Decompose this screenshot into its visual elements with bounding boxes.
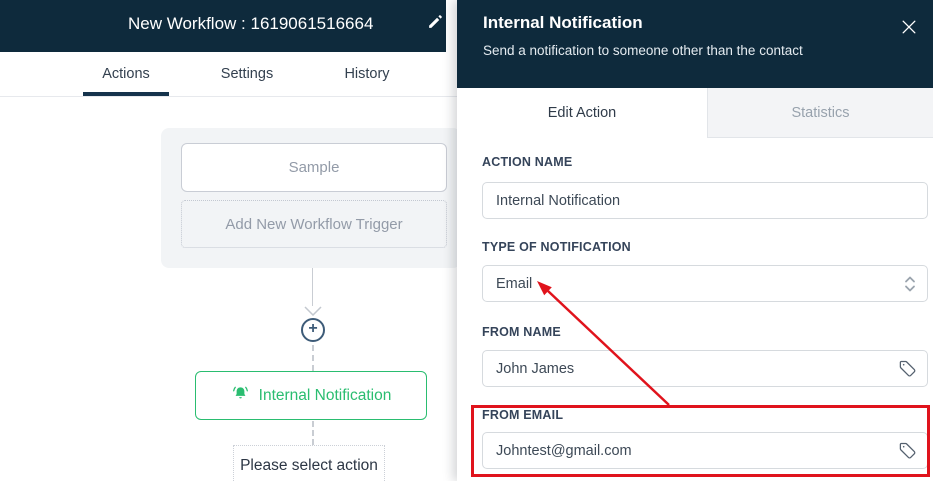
- tab-settings[interactable]: Settings: [204, 52, 290, 96]
- tab-actions[interactable]: Actions: [83, 52, 169, 96]
- close-icon: [899, 24, 919, 41]
- select-action-placeholder[interactable]: Please select action: [233, 445, 385, 481]
- workflow-title: New Workflow : 1619061516664: [128, 14, 373, 34]
- tab-history[interactable]: History: [327, 52, 407, 96]
- from-name-label: FROM NAME: [482, 325, 561, 339]
- notification-type-select[interactable]: Email: [482, 265, 928, 302]
- panel-subtitle: Send a notification to someone other tha…: [483, 43, 933, 58]
- plus-icon: +: [308, 320, 317, 337]
- connector-dashed-line: [312, 421, 314, 445]
- panel-header: Internal Notification Send a notificatio…: [457, 0, 933, 88]
- from-name-input[interactable]: [482, 350, 928, 387]
- panel-tabs: Edit Action Statistics: [457, 88, 933, 138]
- updown-chevron-icon: [902, 272, 918, 296]
- add-action-button[interactable]: +: [301, 318, 325, 342]
- action-name-label: ACTION NAME: [482, 155, 572, 169]
- connector-line: [312, 268, 313, 306]
- bell-icon: [231, 384, 250, 408]
- tab-statistics[interactable]: Statistics: [707, 88, 933, 138]
- action-node-label: Internal Notification: [259, 387, 392, 405]
- pencil-icon: [427, 17, 444, 34]
- action-name-input[interactable]: [482, 182, 928, 219]
- connector-dashed-line: [312, 345, 314, 371]
- notification-type-value: Email: [496, 276, 532, 292]
- notification-type-label: TYPE OF NOTIFICATION: [482, 240, 631, 254]
- internal-notification-node[interactable]: Internal Notification: [195, 371, 427, 420]
- workflow-builder-app: New Workflow : 1619061516664 Actions Set…: [0, 0, 933, 481]
- edit-workflow-name-button[interactable]: [427, 13, 445, 31]
- tab-edit-action[interactable]: Edit Action: [457, 88, 707, 138]
- tag-icon[interactable]: [898, 441, 917, 460]
- active-tab-underline: [83, 92, 169, 96]
- from-email-label: FROM EMAIL: [482, 408, 563, 422]
- add-new-workflow-trigger-button[interactable]: Add New Workflow Trigger: [181, 200, 447, 248]
- from-email-input[interactable]: [482, 432, 928, 469]
- action-settings-panel: Internal Notification Send a notificatio…: [457, 0, 933, 481]
- workflow-header: New Workflow : 1619061516664: [0, 0, 446, 52]
- sample-trigger-button[interactable]: Sample: [181, 143, 447, 192]
- panel-title: Internal Notification: [483, 13, 933, 33]
- tag-icon[interactable]: [898, 359, 917, 378]
- close-panel-button[interactable]: [899, 17, 919, 37]
